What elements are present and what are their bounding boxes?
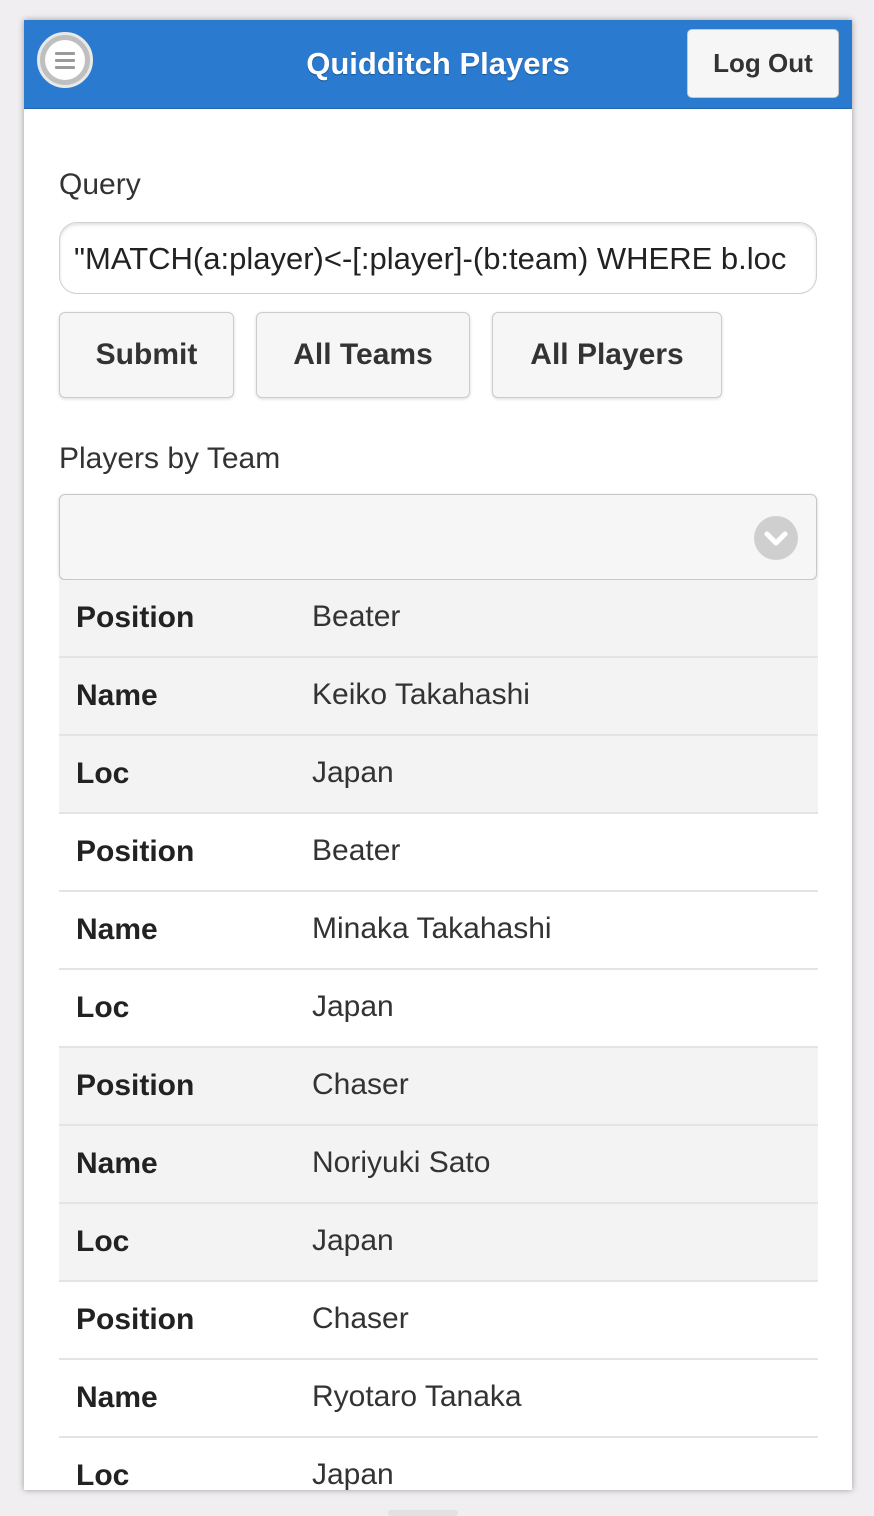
query-input[interactable]: "MATCH(a:player)<-[:player]-(b:team) WHE… <box>59 222 817 294</box>
row-key: Position <box>76 601 195 634</box>
table-row: Position Chaser <box>59 1048 818 1126</box>
players-table: Position Beater Name Keiko Takahashi Loc… <box>59 580 818 1490</box>
row-value: Japan <box>312 1458 394 1490</box>
table-row: Loc Japan <box>59 970 818 1048</box>
scroll-indicator[interactable] <box>388 1510 458 1516</box>
row-key: Position <box>76 1069 195 1102</box>
table-row: Position Chaser <box>59 1282 818 1360</box>
submit-button[interactable]: Submit <box>59 312 234 398</box>
table-row: Position Beater <box>59 580 818 658</box>
menu-button[interactable] <box>37 32 93 88</box>
players-by-team-label: Players by Team <box>59 442 281 475</box>
row-value: Japan <box>312 1224 394 1257</box>
row-value: Japan <box>312 990 394 1023</box>
row-key: Name <box>76 679 158 712</box>
chevron-down-icon <box>754 516 798 560</box>
all-teams-button[interactable]: All Teams <box>256 312 470 398</box>
query-label: Query <box>59 168 141 201</box>
row-value: Ryotaro Tanaka <box>312 1380 522 1413</box>
app-window: Quidditch Players Log Out Query "MATCH(a… <box>24 20 852 1490</box>
table-row: Loc Japan <box>59 1204 818 1282</box>
row-key: Position <box>76 1303 195 1336</box>
row-value: Minaka Takahashi <box>312 912 552 945</box>
header-bar: Quidditch Players Log Out <box>24 20 852 109</box>
row-value: Noriyuki Sato <box>312 1146 491 1179</box>
row-key: Loc <box>76 757 130 790</box>
row-key: Name <box>76 1381 158 1414</box>
table-row: Loc Japan <box>59 1438 818 1490</box>
row-key: Name <box>76 913 158 946</box>
hamburger-menu-icon <box>45 40 85 80</box>
row-key: Loc <box>76 1225 130 1258</box>
table-row: Name Noriyuki Sato <box>59 1126 818 1204</box>
row-value: Beater <box>312 834 401 867</box>
row-key: Position <box>76 835 195 868</box>
row-key: Name <box>76 1147 158 1180</box>
row-key: Loc <box>76 991 130 1024</box>
row-value: Chaser <box>312 1068 409 1101</box>
all-players-button[interactable]: All Players <box>492 312 722 398</box>
row-value: Beater <box>312 600 401 633</box>
table-row: Loc Japan <box>59 736 818 814</box>
row-value: Keiko Takahashi <box>312 678 530 711</box>
row-value: Chaser <box>312 1302 409 1335</box>
team-select[interactable] <box>59 494 817 580</box>
table-row: Position Beater <box>59 814 818 892</box>
logout-button[interactable]: Log Out <box>687 29 839 98</box>
table-row: Name Ryotaro Tanaka <box>59 1360 818 1438</box>
table-row: Name Minaka Takahashi <box>59 892 818 970</box>
row-value: Japan <box>312 756 394 789</box>
row-key: Loc <box>76 1459 130 1490</box>
table-row: Name Keiko Takahashi <box>59 658 818 736</box>
